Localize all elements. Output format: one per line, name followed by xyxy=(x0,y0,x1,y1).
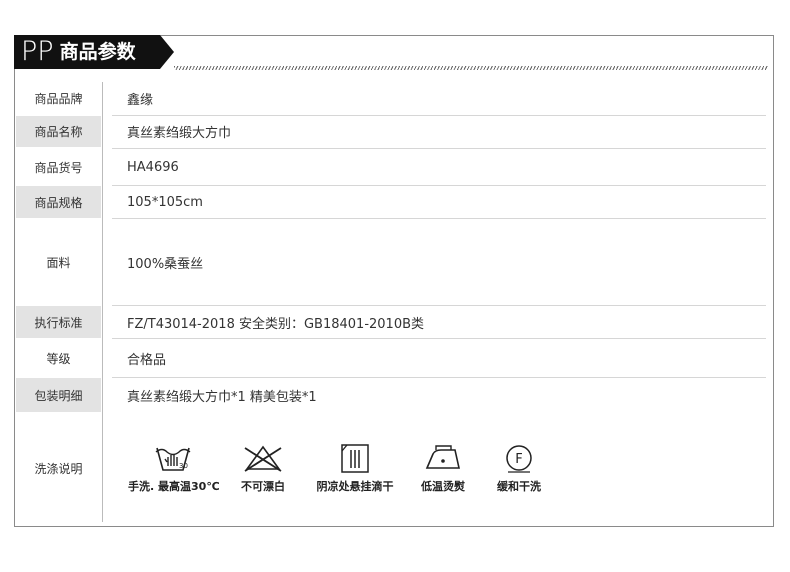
care-item: 不可漂白 xyxy=(218,442,308,494)
dry-clean-symbol: F xyxy=(515,452,522,467)
param-row-sku: 商品货号 HA4696 xyxy=(16,149,766,185)
param-value: HA4696 xyxy=(127,159,179,175)
page-title: 商品参数 xyxy=(59,41,136,63)
temp-symbol: 30 xyxy=(179,462,188,470)
care-item: 阴凉处悬挂滴干 xyxy=(310,442,400,494)
line-dry-shade-icon xyxy=(341,444,369,473)
param-row-package: 包装明细 真丝素绉缎大方巾*1 精美包装*1 xyxy=(16,378,766,412)
iron-low-icon xyxy=(425,445,460,469)
param-label: 洗涤说明 xyxy=(34,461,83,476)
param-row-grade: 等级 合格品 xyxy=(16,339,766,377)
section-header: PP 商品参数 xyxy=(14,35,160,69)
param-row-name: 商品名称 真丝素绉缎大方巾 xyxy=(16,116,766,147)
param-value: 真丝素绉缎大方巾 xyxy=(127,126,232,141)
care-item: F 缓和干洗 xyxy=(474,442,564,494)
param-label: 等级 xyxy=(46,351,71,366)
param-row-brand: 商品品牌 鑫缘 xyxy=(16,82,766,114)
header-hatch-line xyxy=(174,66,768,70)
care-item: 30 手洗. 最高温30℃ xyxy=(128,442,220,494)
dry-clean-f-icon: F xyxy=(506,445,532,473)
care-label: 不可漂白 xyxy=(241,480,285,493)
care-label: 手洗. 最高温30℃ xyxy=(128,480,220,493)
header-prefix: PP xyxy=(21,36,54,67)
param-label: 商品名称 xyxy=(16,116,101,147)
hand-wash-icon: 30 xyxy=(155,447,191,471)
param-row-fabric: 面料 100%桑蚕丝 xyxy=(16,219,766,305)
care-label: 缓和干洗 xyxy=(497,480,541,493)
param-label: 执行标准 xyxy=(16,306,101,338)
param-value: FZ/T43014-2018 安全类别：GB18401-2010B类 xyxy=(127,316,425,332)
param-value: 105*105cm xyxy=(127,194,203,210)
param-value: 合格品 xyxy=(127,352,167,368)
param-value: 鑫缘 xyxy=(127,92,154,108)
header-arrow xyxy=(160,35,174,69)
param-value: 100%桑蚕丝 xyxy=(127,256,204,272)
param-label: 商品品牌 xyxy=(34,91,83,106)
param-label: 商品货号 xyxy=(34,160,83,175)
no-bleach-icon xyxy=(244,445,282,472)
param-label: 包装明细 xyxy=(16,378,101,412)
param-label: 商品规格 xyxy=(16,186,101,218)
care-label: 阴凉处悬挂滴干 xyxy=(316,480,394,493)
param-label: 面料 xyxy=(46,255,71,270)
param-row-size: 商品规格 105*105cm xyxy=(16,186,766,218)
param-value: 真丝素绉缎大方巾*1 精美包装*1 xyxy=(127,389,317,405)
param-row-standard: 执行标准 FZ/T43014-2018 安全类别：GB18401-2010B类 xyxy=(16,306,766,338)
